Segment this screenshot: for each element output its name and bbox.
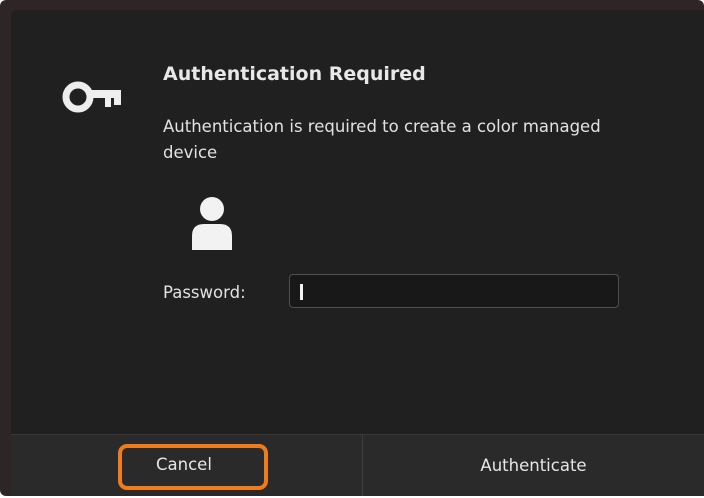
cancel-button[interactable]: Cancel (11, 435, 363, 496)
password-label: Password: (163, 283, 246, 302)
screen: Authentication Required Authentication i… (0, 0, 704, 498)
dialog-message: Authentication is required to create a c… (163, 117, 601, 162)
password-field[interactable] (289, 274, 619, 308)
authenticate-button[interactable]: Authenticate (363, 435, 704, 496)
authentication-dialog: Authentication Required Authentication i… (11, 10, 704, 496)
text-cursor (300, 284, 303, 300)
dialog-content: Authentication Required Authentication i… (11, 10, 704, 434)
cancel-button-label: Cancel (156, 455, 212, 474)
dialog-button-bar: Cancel Authenticate (11, 434, 704, 496)
key-icon (62, 81, 121, 113)
authenticate-button-label: Authenticate (480, 456, 587, 475)
dialog-title: Authentication Required (163, 63, 426, 85)
user-avatar-icon (192, 197, 232, 250)
